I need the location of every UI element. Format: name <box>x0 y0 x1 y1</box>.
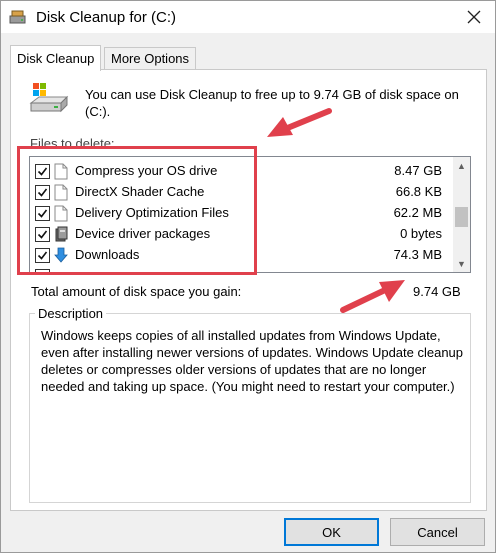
file-size: 62.2 MB <box>393 205 442 220</box>
file-size: 0 bytes <box>400 226 442 241</box>
annotation-arrow-icon <box>340 280 405 313</box>
window-title: Disk Cleanup for (C:) <box>36 9 177 26</box>
file-size: 74.3 MB <box>393 247 442 262</box>
file-size: 8.47 GB <box>394 163 442 178</box>
description-text: Windows keeps copies of all installed up… <box>41 328 464 394</box>
close-button[interactable] <box>453 1 495 33</box>
total-space-label: Total amount of disk space you gain: <box>31 284 242 299</box>
cancel-button[interactable]: Cancel <box>390 518 485 546</box>
scroll-up-icon[interactable]: ▲ <box>453 157 470 174</box>
close-icon <box>467 10 481 24</box>
title-bar: Disk Cleanup for (C:) <box>1 1 495 33</box>
total-space-value: 9.74 GB <box>413 284 461 299</box>
annotation-arrow-icon <box>267 108 332 137</box>
disk-cleanup-app-icon <box>9 10 26 24</box>
hard-drive-icon <box>29 83 69 113</box>
file-size: 66.8 KB <box>395 184 442 199</box>
description-legend: Description <box>35 306 107 321</box>
scroll-down-icon[interactable]: ▼ <box>453 255 470 272</box>
tab-more-options[interactable]: More Options <box>104 47 197 70</box>
ok-button[interactable]: OK <box>284 518 379 546</box>
annotation-highlight-box <box>17 146 257 275</box>
scroll-thumb[interactable] <box>455 207 468 227</box>
disk-cleanup-window: Disk Cleanup for (C:) Disk Cleanup More … <box>0 0 496 553</box>
list-scrollbar[interactable]: ▲ ▼ <box>453 157 470 272</box>
tab-disk-cleanup[interactable]: Disk Cleanup <box>10 45 102 71</box>
